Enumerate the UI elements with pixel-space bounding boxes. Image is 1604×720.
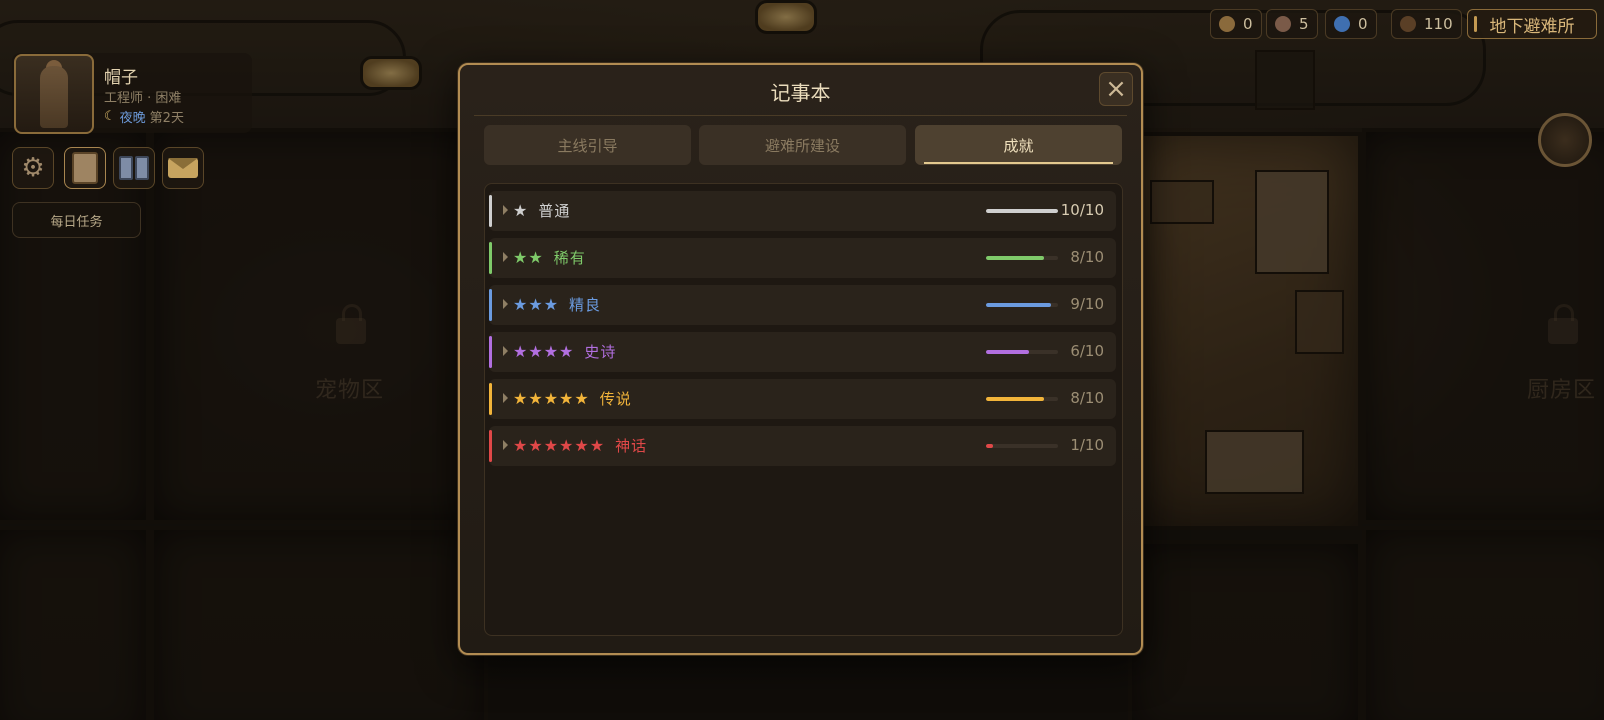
mail-icon [168,158,198,178]
star-icons: ★ [513,201,529,220]
compass-icon[interactable] [1538,113,1592,167]
resource-value: 0 [1243,15,1253,33]
achievement-row-fine[interactable]: ★★★ 精良 9/10 [489,285,1116,325]
progress-count: 10/10 [1060,201,1104,219]
expand-arrow-icon[interactable] [503,252,508,262]
mail-button[interactable] [162,147,204,189]
tier-stars: ★★★★ 史诗 [513,341,616,362]
tier-label: 传说 [599,390,632,408]
progress-count: 1/10 [1070,436,1104,454]
star-icons: ★★★ [513,295,560,314]
notebook-dialog: 记事本 × 主线引导 避难所建设 成就 ★ 普通 10/10 ★★ 稀有 8/10 ★★★ 精… [458,63,1143,655]
moon-icon: ☾ [104,109,116,124]
tier-accent [489,289,492,321]
divider [474,115,1127,116]
tab-main-guide[interactable]: 主线引导 [484,125,691,165]
progress-count: 8/10 [1070,389,1104,407]
achievement-row-mythic[interactable]: ★★★★★★ 神话 1/10 [489,426,1116,466]
resource-value: 110 [1424,15,1453,33]
progress-bar [986,397,1058,401]
gear-parts-icon [1219,16,1235,32]
progress-count: 8/10 [1070,248,1104,266]
tier-stars: ★★★★★ 传说 [513,388,632,409]
resource-ore: 5 [1266,9,1318,39]
progress-bar [986,209,1058,213]
tier-label: 稀有 [553,249,586,267]
expand-arrow-icon[interactable] [503,393,508,403]
star-icons: ★★ [513,248,544,267]
progress-bar [986,303,1058,307]
progress-bar [986,444,1058,448]
progress-fill [986,350,1030,354]
time-display: ☾ 夜晚 第2天 [104,107,184,126]
achievement-row-common[interactable]: ★ 普通 10/10 [489,191,1116,231]
progress-fill [986,444,994,448]
progress-bar [986,350,1058,354]
book-button[interactable] [113,147,155,189]
tier-label: 神话 [615,437,648,455]
avatar-body [40,66,68,128]
notebook-button[interactable] [64,147,106,189]
tier-label: 史诗 [584,343,617,361]
expand-arrow-icon[interactable] [503,205,508,215]
expand-arrow-icon[interactable] [503,299,508,309]
resource-food: 110 [1391,9,1462,39]
dialog-title: 记事本 [770,81,831,105]
shelter-button[interactable]: 地下避难所 [1467,9,1597,39]
tab-shelter-building[interactable]: 避难所建设 [699,125,906,165]
day-counter: 第2天 [149,111,184,126]
tier-accent [489,430,492,462]
progress-fill [986,303,1051,307]
food-icon [1400,16,1416,32]
tier-label: 精良 [569,296,602,314]
tab-achievements[interactable]: 成就 [915,125,1122,165]
tier-accent [489,195,492,227]
tier-stars: ★★★★★★ 神话 [513,435,647,456]
tier-stars: ★★ 稀有 [513,247,586,268]
avatar[interactable] [14,54,94,134]
tier-accent [489,336,492,368]
resource-value: 0 [1358,15,1368,33]
daily-tasks-button[interactable]: 每日任务 [12,202,141,238]
tier-stars: ★★★ 精良 [513,294,601,315]
character-subtitle: 工程师 · 困难 [104,91,182,106]
progress-count: 6/10 [1070,342,1104,360]
time-of-day: 夜晚 [119,111,146,126]
close-button[interactable]: × [1099,72,1133,106]
book-icon [119,156,149,180]
progress-fill [986,397,1044,401]
achievement-row-epic[interactable]: ★★★★ 史诗 6/10 [489,332,1116,372]
ore-icon [1275,16,1291,32]
expand-arrow-icon[interactable] [503,440,508,450]
settings-button[interactable]: ⚙ [12,147,54,189]
tier-stars: ★ 普通 [513,200,570,221]
star-icons: ★★★★★ [513,389,590,408]
tier-label: 普通 [538,202,571,220]
expand-arrow-icon[interactable] [503,346,508,356]
star-icons: ★★★★ [513,342,575,361]
resource-water: 0 [1325,9,1377,39]
progress-fill [986,209,1058,213]
progress-count: 9/10 [1070,295,1104,313]
achievement-row-rare[interactable]: ★★ 稀有 8/10 [489,238,1116,278]
progress-fill [986,256,1044,260]
water-icon [1334,16,1350,32]
character-name: 帽子 [104,68,138,88]
tier-accent [489,383,492,415]
notebook-icon [72,152,98,184]
resource-parts: 0 [1210,9,1262,39]
star-icons: ★★★★★★ [513,436,606,455]
progress-bar [986,256,1058,260]
achievement-list: ★ 普通 10/10 ★★ 稀有 8/10 ★★★ 精良 9/10 ★★★★ 史诗 6/10 ★★★★★… [484,183,1123,636]
tier-accent [489,242,492,274]
achievement-row-legendary[interactable]: ★★★★★ 传说 8/10 [489,379,1116,419]
resource-value: 5 [1299,15,1309,33]
close-icon: × [1105,74,1127,104]
gear-icon: ⚙ [21,153,45,183]
